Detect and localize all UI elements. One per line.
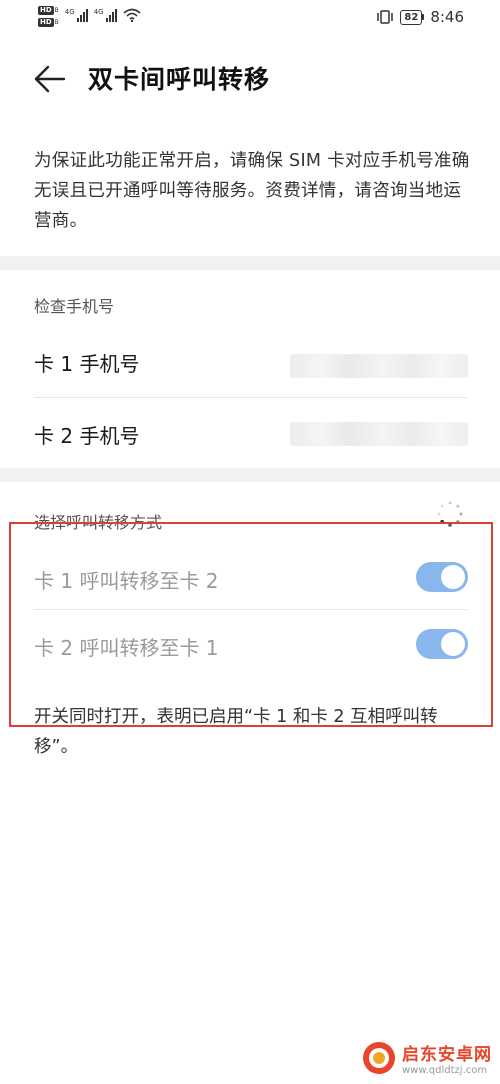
network-type: 4G [64,8,75,16]
vibrate-icon [377,10,394,24]
back-arrow-icon[interactable] [33,62,67,96]
hd-sub: B [54,19,59,26]
hd-badge: HD [38,18,54,27]
battery-tip [422,14,425,20]
sim2-number-value-blurred [290,422,468,446]
status-right: 82 8:46 [376,8,464,26]
signal-bar [114,9,117,22]
signal-bar [79,15,82,22]
signal-bar [111,12,114,22]
hd-indicator-1: HD B [38,6,59,15]
sim2-number-label: 卡 2 手机号 [34,424,140,448]
watermark-logo-icon [363,1042,395,1074]
page-title: 双卡间呼叫转移 [88,65,271,94]
signal-bar [85,9,88,22]
section-label-check: 检查手机号 [34,297,115,316]
signal-icon: 4G [65,8,88,22]
signal-bar [108,15,111,22]
signal-bar [82,12,85,22]
app-header: 双卡间呼叫转移 [0,48,500,108]
signal-icon: 4G [94,8,117,22]
sim1-number-row[interactable]: 卡 1 手机号 [34,348,468,398]
hd-badge: HD [38,6,54,15]
section-divider [0,256,500,270]
battery-icon: 82 [400,9,425,25]
hd-indicator-2: HD B [38,18,59,27]
status-left: HD B HD B 4G 4G [38,6,141,27]
wifi-icon [123,8,141,22]
hd-indicators: HD B HD B [38,6,59,27]
watermark-url: www.qdldtzj.com [402,1065,488,1076]
signal-bar [76,18,79,22]
hd-sub: B [54,7,59,14]
status-time: 8:46 [430,8,464,26]
watermark: 启东安卓网 www.qdldtzj.com [362,1040,492,1076]
sim1-number-value-blurred [290,354,468,378]
status-bar: HD B HD B 4G 4G 82 8:46 [0,0,500,36]
row-divider [34,397,468,398]
sim2-number-row[interactable]: 卡 2 手机号 [34,420,468,460]
watermark-text: 启东安卓网 www.qdldtzj.com [402,1040,492,1076]
highlight-frame [9,522,493,727]
battery-level: 82 [400,9,423,25]
signal-bar [105,18,108,22]
section-divider [0,468,500,482]
network-type: 4G [93,8,104,16]
watermark-name: 启东安卓网 [402,1045,492,1065]
info-text: 为保证此功能正常开启，请确保 SIM 卡对应手机号准确无误且已开通呼叫等待服务。… [34,151,470,231]
sim1-number-label: 卡 1 手机号 [34,352,140,376]
